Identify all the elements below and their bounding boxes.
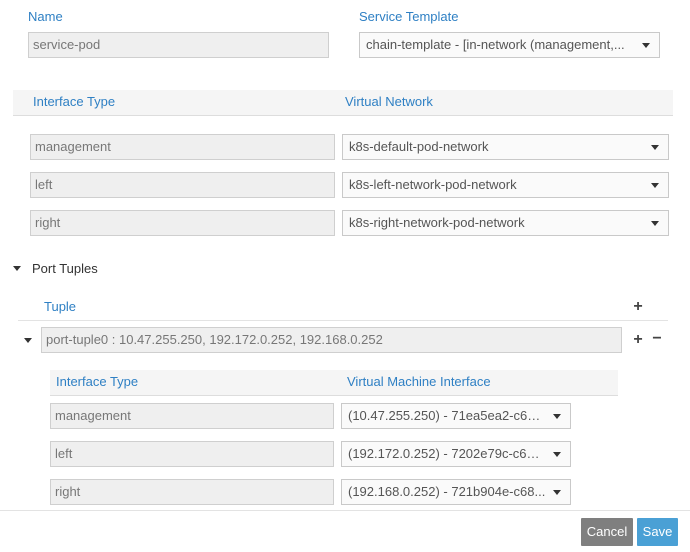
- add-tuple-plus-icon[interactable]: +: [630, 299, 646, 315]
- vmi-value: (192.172.0.252) - 7202e79c-c68c...: [348, 446, 552, 461]
- sub-interface-type-field: left: [50, 441, 334, 467]
- interface-type-field: right: [30, 210, 335, 236]
- tuple-header-divider: [18, 320, 668, 321]
- caret-down-icon: [651, 221, 659, 226]
- port-tuple-field: port-tuple0 : 10.47.255.250, 192.172.0.2…: [41, 327, 622, 353]
- sub-interface-type-header: Interface Type: [56, 374, 139, 389]
- virtual-network-header: Virtual Network: [345, 94, 433, 109]
- interface-type-field: management: [30, 134, 335, 160]
- name-label: Name: [28, 9, 63, 24]
- interface-type-field: left: [30, 172, 335, 198]
- service-template-select[interactable]: chain-template - [in-network (management…: [359, 32, 660, 58]
- vmi-value: (192.168.0.252) - 721b904e-c68...: [348, 484, 546, 499]
- virtual-network-value: k8s-left-network-pod-network: [349, 177, 517, 192]
- sub-interface-type-field: management: [50, 403, 334, 429]
- remove-row-minus-icon[interactable]: −: [649, 331, 665, 347]
- virtual-network-value: k8s-default-pod-network: [349, 139, 489, 154]
- virtual-network-select[interactable]: k8s-right-network-pod-network: [342, 210, 669, 236]
- caret-down-icon: [651, 145, 659, 150]
- vmi-value: (10.47.255.250) - 71ea5ea2-c68c...: [348, 408, 552, 423]
- service-template-label: Service Template: [359, 9, 459, 24]
- caret-down-icon: [553, 452, 561, 457]
- virtual-network-select[interactable]: k8s-default-pod-network: [342, 134, 669, 160]
- vmi-select[interactable]: (10.47.255.250) - 71ea5ea2-c68c...: [341, 403, 571, 429]
- name-field: service-pod: [28, 32, 329, 58]
- port-tuples-section-title: Port Tuples: [32, 261, 98, 276]
- add-row-plus-icon[interactable]: +: [630, 332, 646, 348]
- vmi-select[interactable]: (192.168.0.252) - 721b904e-c68...: [341, 479, 571, 505]
- service-template-value: chain-template - [in-network (management…: [366, 37, 625, 52]
- virtual-network-select[interactable]: k8s-left-network-pod-network: [342, 172, 669, 198]
- tuple-collapse-caret-icon[interactable]: [24, 338, 32, 343]
- save-button[interactable]: Save: [637, 518, 678, 546]
- caret-down-icon: [553, 490, 561, 495]
- caret-down-icon: [553, 414, 561, 419]
- virtual-machine-interface-header: Virtual Machine Interface: [347, 374, 491, 389]
- sub-interface-type-field: right: [50, 479, 334, 505]
- vmi-select[interactable]: (192.172.0.252) - 7202e79c-c68c...: [341, 441, 571, 467]
- footer-divider: [0, 510, 690, 511]
- collapse-caret-icon[interactable]: [13, 266, 21, 271]
- virtual-network-value: k8s-right-network-pod-network: [349, 215, 525, 230]
- caret-down-icon: [651, 183, 659, 188]
- cancel-button[interactable]: Cancel: [581, 518, 633, 546]
- interface-type-header: Interface Type: [33, 94, 116, 109]
- caret-down-icon: [642, 43, 650, 48]
- tuple-header: Tuple: [44, 299, 77, 314]
